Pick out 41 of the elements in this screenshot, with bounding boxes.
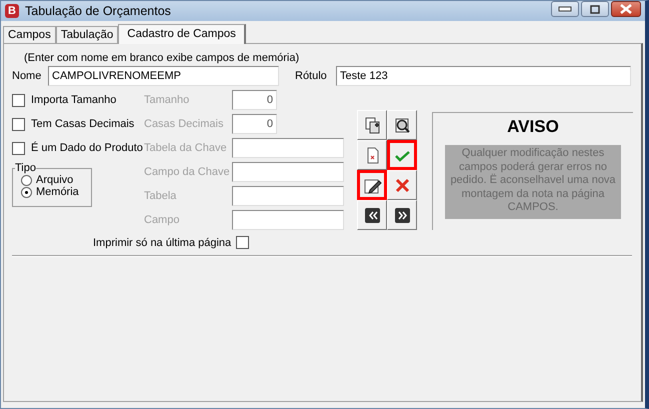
- toolbar-button[interactable]: [357, 170, 387, 200]
- toolbar-button[interactable]: [357, 110, 387, 140]
- field-label: Casas Decimais: [144, 118, 224, 130]
- toolbar-button[interactable]: [357, 200, 387, 230]
- field-label: Campo: [144, 214, 180, 226]
- print-checkbox[interactable]: [236, 236, 250, 249]
- field-label: Campo da Chave: [144, 166, 231, 178]
- search-icon: [392, 116, 412, 134]
- copy-icon: [362, 116, 382, 134]
- minimize-button[interactable]: [551, 1, 579, 17]
- hint-text: (Enter com nome em branco exibe campos de memória): [24, 52, 300, 64]
- name-label: Nome: [12, 70, 42, 82]
- label-field[interactable]: Teste 123: [336, 66, 631, 86]
- print-label: Imprimir só na última página: [93, 236, 232, 248]
- checkbox[interactable]: Importa Tamanho: [12, 94, 144, 106]
- minimize-icon: [558, 6, 572, 12]
- window-title: Tabulação de Orçamentos: [25, 4, 172, 18]
- tab[interactable]: Tabulação: [56, 26, 118, 43]
- field-label: Tabela da Chave: [144, 142, 228, 154]
- close-icon: [619, 4, 633, 14]
- app-icon: B: [5, 4, 19, 18]
- field-label: Tabela: [144, 190, 178, 202]
- tab[interactable]: Cadastro de Campos: [118, 24, 246, 44]
- warning-message: Qualquer modificação nestes campos poderá gerar erros no pedido. Ë aconselhavel uma nova montagem da nota na página CAMPOS.: [445, 145, 621, 218]
- field-label: Tamanho: [144, 94, 190, 106]
- checkbox[interactable]: É um Dado do Produto: [12, 142, 144, 154]
- double-right-icon: [392, 206, 412, 224]
- checkbox[interactable]: Tem Casas Decimais: [12, 118, 144, 130]
- warning-title: AVISO: [507, 117, 559, 137]
- toolbar-button[interactable]: [387, 200, 417, 230]
- tab[interactable]: Campos: [3, 26, 56, 43]
- maximize-button[interactable]: [581, 1, 609, 17]
- toolbar-button[interactable]: [387, 110, 417, 140]
- name-field[interactable]: CAMPOLIVRENOMEEMP: [48, 66, 279, 86]
- radio-button[interactable]: Memória: [21, 186, 91, 198]
- radio-button[interactable]: Arquivo: [21, 174, 91, 186]
- double-left-icon: [362, 206, 382, 224]
- label-label: Rótulo: [295, 70, 328, 82]
- maximize-icon: [590, 4, 600, 14]
- close-button[interactable]: [611, 1, 641, 17]
- group-label: Tipo: [15, 162, 36, 174]
